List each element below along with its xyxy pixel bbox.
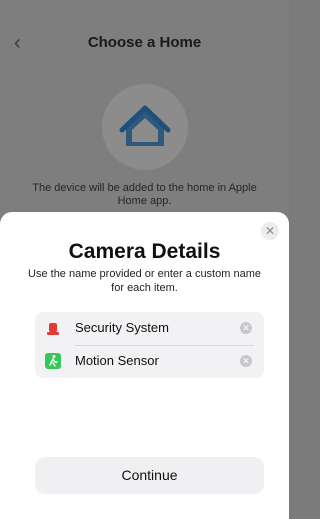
clear-icon[interactable]: ✕ <box>240 322 252 334</box>
continue-button[interactable]: Continue <box>35 457 264 494</box>
home-icon <box>119 105 171 146</box>
item-name-field[interactable]: Motion Sensor <box>75 353 159 368</box>
clear-icon[interactable]: ✕ <box>240 355 252 367</box>
sheet-title: Camera Details <box>68 240 221 263</box>
nav-bar: ‹ Choose a Home <box>0 30 289 58</box>
nav-title: Choose a Home <box>87 34 202 51</box>
item-list: Security System ✕ Motion Sensor ✕ <box>35 312 264 378</box>
item-name-field[interactable]: Security System <box>75 320 169 335</box>
siren-icon <box>47 323 59 335</box>
motion-sensor-icon <box>45 353 61 369</box>
home-illustration <box>102 84 188 170</box>
sheet-subtitle: Use the name provided or enter a custom … <box>28 268 261 294</box>
close-icon[interactable]: ✕ <box>261 222 279 240</box>
camera-details-sheet: ✕ Camera Details Use the name provided o… <box>0 212 289 519</box>
list-item[interactable]: Motion Sensor ✕ <box>35 345 264 378</box>
home-description: The device will be added to the home in … <box>32 182 257 207</box>
list-item[interactable]: Security System ✕ <box>35 312 264 345</box>
